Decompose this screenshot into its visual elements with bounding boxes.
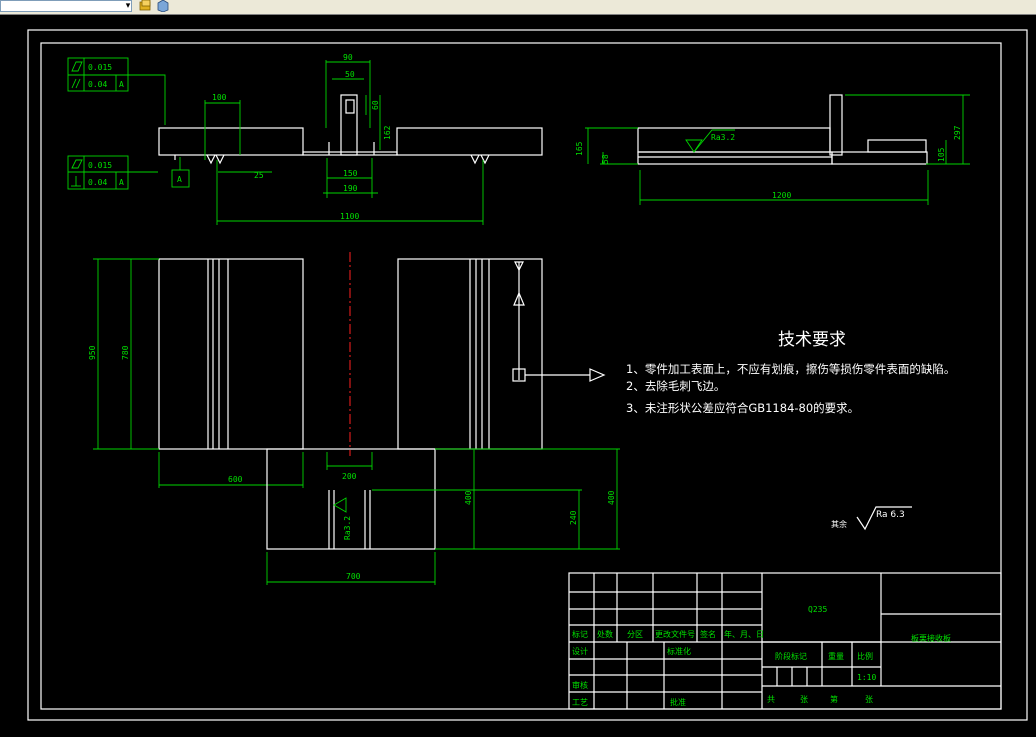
dim-105: 105 <box>937 147 946 162</box>
dim-162: 162 <box>383 125 392 140</box>
dim-240: 240 <box>569 510 578 525</box>
requirement-3: 3、未注形状公差应符合GB1184-80的要求。 <box>626 401 859 415</box>
requirements-title: 技术要求 <box>778 330 846 350</box>
dim-200: 200 <box>342 472 357 481</box>
tb-check: 审核 <box>572 680 588 690</box>
side-view <box>637 94 928 165</box>
tb-sheets: 张 <box>800 695 808 704</box>
dim-50: 50 <box>345 70 355 79</box>
dim-190: 190 <box>343 184 358 193</box>
tol-top-datum: A <box>119 80 124 89</box>
dim-150: 150 <box>343 169 358 178</box>
dim-60: 60 <box>371 100 380 110</box>
tb-total: 共 <box>767 695 775 704</box>
roughness-prefix: 其余 <box>831 519 847 529</box>
flatness-icon-2 <box>71 159 83 169</box>
tb-design: 设计 <box>572 646 588 656</box>
tb-scale: 比例 <box>857 651 873 661</box>
tolerance-frame-top: 0.015 0.04 A <box>67 57 166 125</box>
side-dimension-lines <box>585 94 970 205</box>
tol-top-value-1: 0.015 <box>88 63 112 72</box>
flatness-icon <box>71 61 83 72</box>
tb-count: 处数 <box>597 629 613 639</box>
roughness-symbol-2 <box>333 497 347 513</box>
front-dimension-lines <box>204 60 484 225</box>
dim-297: 297 <box>953 125 962 140</box>
tb-mark: 标记 <box>572 629 588 639</box>
dim-58: 58 <box>601 154 610 164</box>
dim-700: 700 <box>346 572 361 581</box>
tb-stage-mark: 阶段标记 <box>775 651 807 661</box>
tb-sheet: 张 <box>865 695 873 704</box>
dim-25: 25 <box>254 171 264 180</box>
material: Q235 <box>808 605 827 614</box>
dim-400b: 400 <box>607 490 616 505</box>
plan-view <box>158 252 606 456</box>
tb-page: 第 <box>830 694 838 704</box>
plan-dimension-lines <box>93 258 304 488</box>
dim-165: 165 <box>575 141 584 156</box>
tb-signature: 签名 <box>700 629 716 639</box>
tol-bottom-datum: A <box>119 178 124 187</box>
front-view <box>158 94 543 165</box>
tb-date: 年、月、日 <box>724 629 764 639</box>
dim-600: 600 <box>228 475 243 484</box>
tol-bottom-value-2: 0.04 <box>88 178 107 187</box>
arrow-right-icon <box>589 368 606 382</box>
tb-standardization: 标准化 <box>667 646 691 656</box>
tb-process: 工艺 <box>572 698 588 707</box>
dim-90: 90 <box>343 53 353 62</box>
tol-bottom-value-1: 0.015 <box>88 161 112 170</box>
side-roughness: Ra3.2 <box>711 133 735 142</box>
dim-1200: 1200 <box>772 191 791 200</box>
part-name: 板栗接收板 <box>911 633 951 643</box>
inner-border <box>40 42 1002 710</box>
tb-scale-value: 1:10 <box>857 673 876 682</box>
section-roughness: Ra3.2 <box>343 516 352 540</box>
requirement-2: 2、去除毛刺飞边。 <box>626 379 725 393</box>
tb-approve: 批准 <box>670 697 686 707</box>
tb-weight: 重量 <box>828 651 844 661</box>
tolerance-frame-bottom: 0.015 0.04 A A <box>67 155 190 190</box>
tb-zone: 分区 <box>627 630 643 639</box>
dim-100: 100 <box>212 93 227 102</box>
drawing-canvas: 90 50 60 162 100 25 150 190 1100 0.015 0… <box>27 29 1028 721</box>
dim-780: 780 <box>121 345 130 360</box>
requirement-1: 1、零件加工表面上，不应有划痕，擦伤等损伤零件表面的缺陷。 <box>626 362 955 376</box>
tol-top-value-2: 0.04 <box>88 80 107 89</box>
roughness-note-value: Ra 6.3 <box>876 510 905 520</box>
dim-400a: 400 <box>464 490 473 505</box>
datum-label: A <box>177 175 182 184</box>
roughness-symbol <box>685 139 703 153</box>
tb-change-doc: 更改文件号 <box>655 629 695 639</box>
dim-950: 950 <box>88 345 97 360</box>
section-dimension-lines <box>266 448 620 585</box>
parallelism-icon <box>71 78 77 89</box>
dim-1100: 1100 <box>340 212 359 221</box>
